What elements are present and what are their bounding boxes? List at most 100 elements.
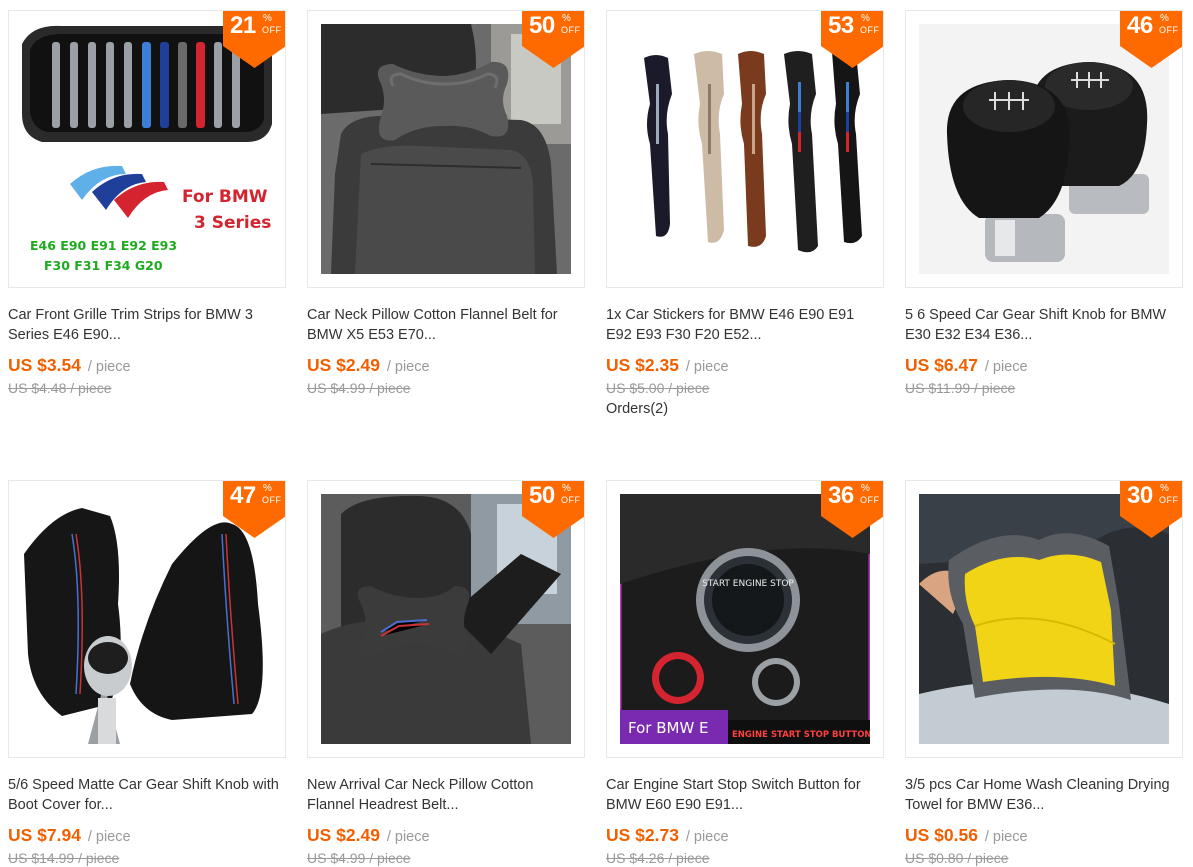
product-title[interactable]: New Arrival Car Neck Pillow Cotton Flann… <box>307 775 582 815</box>
percent-sign: % <box>1160 483 1169 494</box>
price-value: US $6.47 <box>905 355 978 375</box>
original-price: US $4.26 / piece <box>606 848 710 867</box>
product-image-frame[interactable]: 50 % OFF <box>307 480 585 758</box>
price-unit: / piece <box>685 829 729 845</box>
product-price: US $2.73 / piece <box>606 824 729 848</box>
discount-badge: 30 % OFF <box>1120 481 1182 538</box>
original-price: US $11.99 / piece <box>905 378 1015 398</box>
product-card[interactable]: 30 % OFF 3/5 pcs Car Home Wash Cleaning … <box>897 470 1187 867</box>
discount-badge: 36 % OFF <box>821 481 883 538</box>
original-price-unit: / piece <box>974 380 1016 396</box>
product-card[interactable]: 50 % OFF Car Neck Pillow Cotton Flannel … <box>299 0 589 440</box>
original-price-value: US $11.99 <box>905 380 971 396</box>
percent-sign: % <box>562 483 571 494</box>
product-price: US $6.47 / piece <box>905 354 1028 378</box>
product-price: US $0.56 / piece <box>905 824 1028 848</box>
discount-percent: 50 <box>529 482 555 509</box>
product-title[interactable]: Car Neck Pillow Cotton Flannel Belt for … <box>307 305 582 345</box>
image-caption-models-2: F30 F31 F34 G20 <box>44 258 163 273</box>
original-price: US $14.99 / piece <box>8 848 119 867</box>
discount-percent: 36 <box>828 482 854 509</box>
product-image-frame[interactable]: For BMW 3 Series E46 E90 E91 E92 E93 F30… <box>8 10 286 288</box>
image-caption-for-bmw: For BMW <box>182 187 268 207</box>
price-value: US $2.49 <box>307 825 380 845</box>
original-price-value: US $4.26 <box>606 850 665 866</box>
off-label: OFF <box>860 495 880 505</box>
product-image-frame[interactable]: 53 % OFF <box>606 10 884 288</box>
product-card[interactable]: 47 % OFF 5/6 Speed Matte Car Gear Shift … <box>0 470 290 867</box>
price-unit: / piece <box>386 829 430 845</box>
product-image-frame[interactable]: START ENGINE STOP For BMW E ENGINE START… <box>606 480 884 758</box>
price-value: US $2.49 <box>307 355 380 375</box>
original-price-value: US $4.48 <box>8 380 67 396</box>
product-image-frame[interactable]: 50 % OFF <box>307 10 585 288</box>
product-card[interactable]: 46 % OFF 5 6 Speed Car Gear Shift Knob f… <box>897 0 1187 440</box>
price-unit: / piece <box>984 829 1028 845</box>
product-price: US $7.94 / piece <box>8 824 131 848</box>
original-price-unit: / piece <box>967 850 1009 866</box>
image-caption-for-bmw: For BMW E <box>628 719 709 737</box>
price-value: US $2.73 <box>606 825 679 845</box>
original-price-value: US $5.00 <box>606 380 665 396</box>
price-unit: / piece <box>87 359 131 375</box>
discount-percent: 50 <box>529 12 555 39</box>
price-unit: / piece <box>87 829 131 845</box>
price-unit: / piece <box>984 359 1028 375</box>
original-price: US $5.00 / piece <box>606 378 710 398</box>
price-value: US $0.56 <box>905 825 978 845</box>
discount-badge: 50 % OFF <box>522 481 584 538</box>
price-value: US $3.54 <box>8 355 81 375</box>
product-card[interactable]: START ENGINE STOP For BMW E ENGINE START… <box>598 470 888 867</box>
price-unit: / piece <box>685 359 729 375</box>
original-price-unit: / piece <box>668 850 710 866</box>
product-title[interactable]: Car Front Grille Trim Strips for BMW 3 S… <box>8 305 283 345</box>
product-price: US $2.35 / piece <box>606 354 729 378</box>
discount-percent: 21 <box>230 12 256 39</box>
off-label: OFF <box>1159 25 1179 35</box>
original-price-value: US $14.99 <box>8 850 75 866</box>
discount-percent: 30 <box>1127 482 1153 509</box>
button-label: START ENGINE STOP <box>702 579 794 589</box>
off-label: OFF <box>561 495 581 505</box>
original-price-unit: / piece <box>668 380 710 396</box>
price-value: US $7.94 <box>8 825 81 845</box>
product-image-frame[interactable]: 46 % OFF <box>905 10 1183 288</box>
product-image-frame[interactable]: 30 % OFF <box>905 480 1183 758</box>
off-label: OFF <box>262 495 282 505</box>
off-label: OFF <box>561 25 581 35</box>
original-price-unit: / piece <box>369 850 411 866</box>
product-title[interactable]: 1x Car Stickers for BMW E46 E90 E91 E92 … <box>606 305 881 345</box>
original-price-unit: / piece <box>78 850 120 866</box>
product-card[interactable]: For BMW 3 Series E46 E90 E91 E92 E93 F30… <box>0 0 290 440</box>
product-image-frame[interactable]: 47 % OFF <box>8 480 286 758</box>
discount-badge: 46 % OFF <box>1120 11 1182 68</box>
original-price-value: US $4.99 <box>307 850 366 866</box>
orders-count: Orders(2) <box>606 401 669 417</box>
discount-badge: 53 % OFF <box>821 11 883 68</box>
image-caption-start-stop: ENGINE START STOP BUTTON <box>732 730 870 740</box>
image-caption-models-1: E46 E90 E91 E92 E93 <box>30 238 177 253</box>
original-price-unit: / piece <box>369 380 411 396</box>
product-card[interactable]: 53 % OFF 1x Car Stickers for BMW E46 E90… <box>598 0 888 440</box>
price-unit: / piece <box>386 359 430 375</box>
product-title[interactable]: 3/5 pcs Car Home Wash Cleaning Drying To… <box>905 775 1180 815</box>
original-price-unit: / piece <box>70 380 112 396</box>
product-card[interactable]: 50 % OFF New Arrival Car Neck Pillow Cot… <box>299 470 589 867</box>
discount-percent: 47 <box>230 482 256 509</box>
original-price: US $4.99 / piece <box>307 848 411 867</box>
discount-badge: 21 % OFF <box>223 11 285 68</box>
discount-percent: 53 <box>828 12 854 39</box>
percent-sign: % <box>861 13 870 24</box>
price-value: US $2.35 <box>606 355 679 375</box>
original-price: US $4.99 / piece <box>307 378 411 398</box>
percent-sign: % <box>861 483 870 494</box>
percent-sign: % <box>263 483 272 494</box>
product-price: US $2.49 / piece <box>307 354 430 378</box>
original-price: US $4.48 / piece <box>8 378 112 398</box>
percent-sign: % <box>1160 13 1169 24</box>
product-price: US $3.54 / piece <box>8 354 131 378</box>
product-title[interactable]: Car Engine Start Stop Switch Button for … <box>606 775 881 815</box>
product-title[interactable]: 5/6 Speed Matte Car Gear Shift Knob with… <box>8 775 283 815</box>
off-label: OFF <box>860 25 880 35</box>
product-title[interactable]: 5 6 Speed Car Gear Shift Knob for BMW E3… <box>905 305 1180 345</box>
